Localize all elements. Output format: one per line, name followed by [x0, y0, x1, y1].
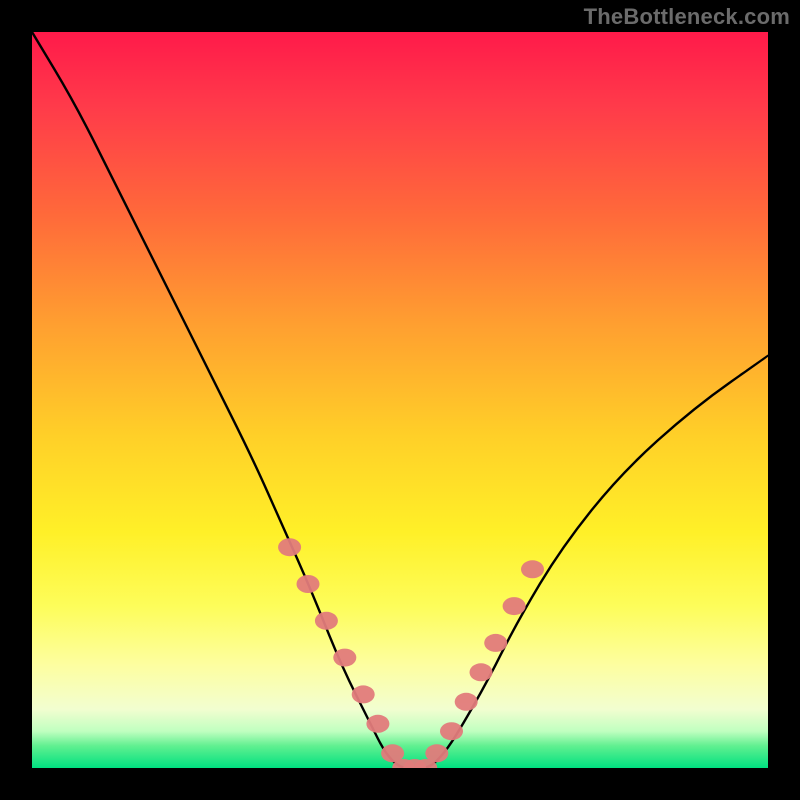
marker-point [484, 634, 507, 652]
chart-frame: TheBottleneck.com [0, 0, 800, 800]
marker-point [366, 715, 389, 733]
marker-point [440, 722, 463, 740]
marker-point [315, 612, 338, 630]
marker-point [503, 597, 526, 615]
watermark-text: TheBottleneck.com [584, 4, 790, 30]
marker-point [297, 575, 320, 593]
marker-point [278, 538, 301, 556]
plot-area [32, 32, 768, 768]
marker-point [425, 744, 448, 762]
marker-point [455, 693, 478, 711]
marker-point [470, 663, 493, 681]
bottleneck-curve [32, 32, 768, 768]
marker-point [352, 685, 375, 703]
marker-point [521, 560, 544, 578]
marker-point [333, 649, 356, 667]
curve-layer [32, 32, 768, 768]
marker-group [278, 538, 544, 768]
